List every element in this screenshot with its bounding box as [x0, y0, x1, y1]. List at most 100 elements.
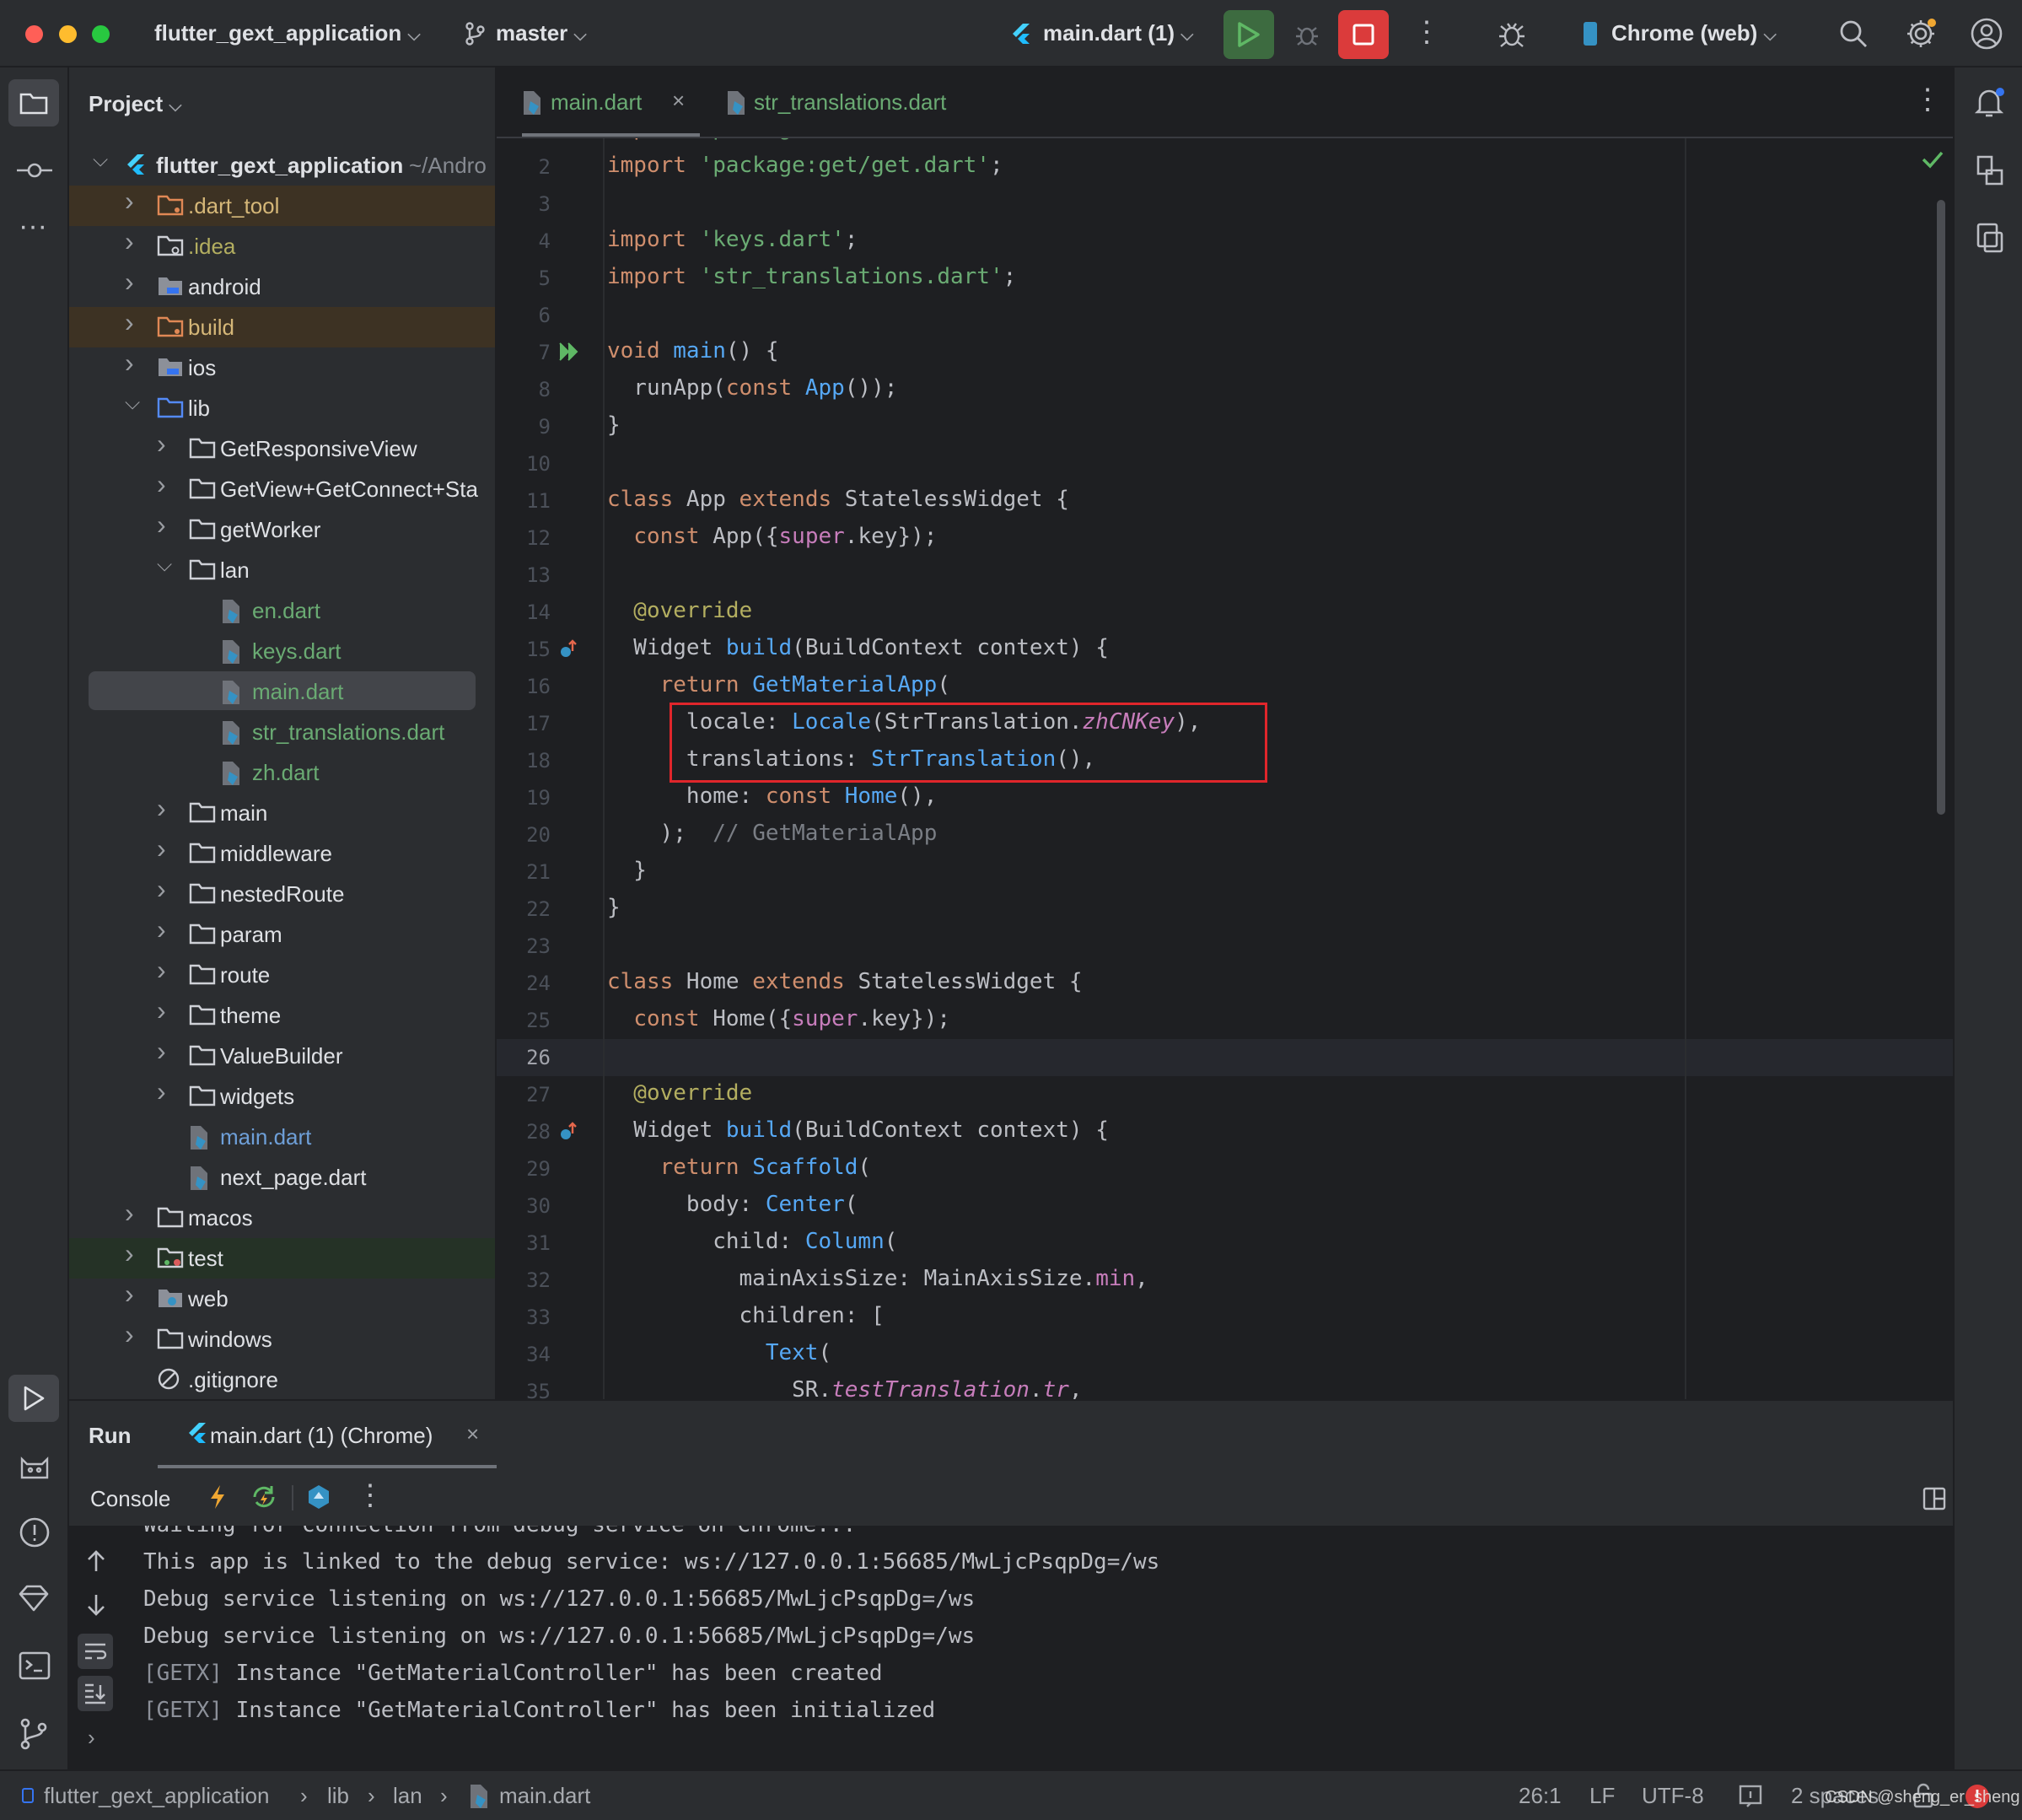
- chevron-right-icon[interactable]: ›: [125, 1319, 134, 1350]
- search-icon[interactable]: [1838, 19, 1869, 49]
- tree-item[interactable]: zh.dart: [69, 752, 495, 793]
- commit-icon[interactable]: [17, 159, 52, 182]
- git-icon[interactable]: [19, 1717, 49, 1751]
- chevron-right-icon[interactable]: ›: [125, 1279, 134, 1310]
- chevron-right-icon[interactable]: ›: [157, 469, 166, 500]
- tree-item[interactable]: › getWorker: [69, 509, 495, 550]
- tree-item[interactable]: en.dart: [69, 590, 495, 631]
- close-window-button[interactable]: [25, 25, 43, 43]
- console-output[interactable]: › Waiting for connection from debug serv…: [69, 1526, 1953, 1769]
- chevron-right-icon[interactable]: ›: [157, 874, 166, 905]
- chevron-right-icon[interactable]: ›: [125, 186, 134, 217]
- chevron-down-icon[interactable]: ⌵: [93, 148, 108, 172]
- close-tab-icon[interactable]: ×: [672, 88, 685, 114]
- tree-item[interactable]: keys.dart: [69, 631, 495, 671]
- chevron-down-icon[interactable]: ⌵: [157, 553, 172, 577]
- bug-settings-icon[interactable]: [1496, 19, 1528, 51]
- gear-icon[interactable]: [1904, 17, 1938, 51]
- expand-chevron-icon[interactable]: ›: [88, 1725, 95, 1751]
- chevron-right-icon[interactable]: ›: [157, 428, 166, 460]
- tree-item[interactable]: › GetView+GetConnect+Sta: [69, 469, 495, 509]
- branch-selector[interactable]: master ⌵: [496, 20, 587, 46]
- tree-item[interactable]: › route: [69, 955, 495, 995]
- account-icon[interactable]: [1970, 17, 2003, 51]
- project-tool-button[interactable]: [8, 79, 59, 127]
- tree-item[interactable]: › ios: [69, 347, 495, 388]
- scroll-to-end-button[interactable]: [78, 1676, 113, 1711]
- close-tab-icon[interactable]: ×: [466, 1421, 479, 1447]
- override-gutter-icon[interactable]: [558, 1122, 578, 1144]
- tree-item[interactable]: › widgets: [69, 1076, 495, 1117]
- tab-main-dart[interactable]: main.dart ×: [522, 67, 700, 137]
- run-tab[interactable]: main.dart (1) (Chrome) ×: [158, 1401, 497, 1468]
- chevron-right-icon[interactable]: ›: [125, 267, 134, 298]
- chevron-right-icon[interactable]: ›: [157, 793, 166, 824]
- tree-item[interactable]: ⌵ flutter_gext_application ~/Andro: [69, 145, 495, 186]
- run-tool-button[interactable]: [8, 1375, 59, 1422]
- tree-item[interactable]: main.dart: [69, 1117, 495, 1157]
- tree-item[interactable]: › macos: [69, 1198, 495, 1238]
- flutter-devtools-icon[interactable]: [305, 1483, 332, 1510]
- tree-item[interactable]: › main: [69, 793, 495, 833]
- project-view-selector[interactable]: Project ⌵: [89, 91, 182, 117]
- chevron-right-icon[interactable]: ›: [157, 509, 166, 541]
- console-more-button[interactable]: ⋮: [356, 1478, 385, 1512]
- chevron-down-icon[interactable]: ⌵: [125, 391, 140, 415]
- tree-item[interactable]: › .idea: [69, 226, 495, 267]
- breadcrumb-project[interactable]: flutter_gext_application: [44, 1783, 269, 1809]
- chevron-right-icon[interactable]: ›: [157, 955, 166, 986]
- debug-button[interactable]: [1290, 10, 1324, 59]
- more-tools-button[interactable]: ···: [19, 212, 47, 240]
- breadcrumb-file[interactable]: main.dart: [499, 1783, 590, 1809]
- tree-item[interactable]: › test: [69, 1238, 495, 1279]
- tree-item[interactable]: ⌵ lan: [69, 550, 495, 590]
- tab-str-translations-dart[interactable]: str_translations.dart: [726, 67, 979, 137]
- tree-item[interactable]: › build: [69, 307, 495, 347]
- caret-position[interactable]: 26:1: [1519, 1783, 1562, 1809]
- chevron-right-icon[interactable]: ›: [157, 1036, 166, 1067]
- override-gutter-icon[interactable]: [558, 639, 578, 661]
- chevron-right-icon[interactable]: ›: [125, 347, 134, 379]
- code-editor[interactable]: 1 import 'package:flutter/material.dart';…: [497, 138, 1953, 1399]
- breadcrumb-lan[interactable]: lan: [393, 1783, 422, 1809]
- chevron-right-icon[interactable]: ›: [125, 307, 134, 338]
- tree-item[interactable]: › windows: [69, 1319, 495, 1360]
- soft-wrap-button[interactable]: [78, 1634, 113, 1669]
- project-selector[interactable]: flutter_gext_application ⌵: [154, 20, 421, 46]
- readonly-toggle-icon[interactable]: [1739, 1785, 1762, 1808]
- tree-item[interactable]: › GetResponsiveView: [69, 428, 495, 469]
- tree-item[interactable]: › theme: [69, 995, 495, 1036]
- tree-item[interactable]: › middleware: [69, 833, 495, 874]
- dart-analysis-icon[interactable]: [17, 1584, 51, 1613]
- flutter-inspector-icon[interactable]: [1975, 221, 2005, 255]
- tree-item[interactable]: .gitignore: [69, 1360, 495, 1399]
- device-manager-icon[interactable]: [1975, 153, 2005, 187]
- tree-item[interactable]: › param: [69, 914, 495, 955]
- notifications-icon[interactable]: [1973, 86, 2007, 120]
- maximize-window-button[interactable]: [92, 25, 110, 43]
- chevron-right-icon[interactable]: ›: [157, 914, 166, 945]
- device-selector[interactable]: Chrome (web) ⌵: [1611, 20, 1777, 46]
- file-encoding[interactable]: UTF-8: [1642, 1783, 1704, 1809]
- breadcrumb-lib[interactable]: lib: [327, 1783, 349, 1809]
- chevron-right-icon[interactable]: ›: [157, 995, 166, 1026]
- run-config-selector[interactable]: main.dart (1) ⌵: [1043, 20, 1193, 46]
- tree-item[interactable]: › ValueBuilder: [69, 1036, 495, 1076]
- chevron-right-icon[interactable]: ›: [157, 1076, 166, 1107]
- tree-item[interactable]: str_translations.dart: [69, 712, 495, 752]
- problems-icon[interactable]: [19, 1516, 51, 1548]
- editor-scrollbar[interactable]: [1937, 200, 1945, 815]
- chevron-right-icon[interactable]: ›: [125, 226, 134, 257]
- no-problems-check-icon[interactable]: [1922, 150, 1944, 169]
- tree-item[interactable]: › web: [69, 1279, 495, 1319]
- hot-reload-icon[interactable]: [207, 1483, 228, 1510]
- line-ending[interactable]: LF: [1589, 1783, 1615, 1809]
- terminal-icon[interactable]: [19, 1651, 51, 1680]
- tree-item[interactable]: next_page.dart: [69, 1157, 495, 1198]
- hot-restart-icon[interactable]: [250, 1483, 278, 1510]
- tab-options-button[interactable]: ⋮: [1913, 83, 1942, 116]
- services-icon[interactable]: [19, 1452, 51, 1481]
- more-actions-button[interactable]: ⋮: [1412, 15, 1441, 49]
- scroll-up-icon[interactable]: [86, 1549, 106, 1573]
- tree-item[interactable]: › .dart_tool: [69, 186, 495, 226]
